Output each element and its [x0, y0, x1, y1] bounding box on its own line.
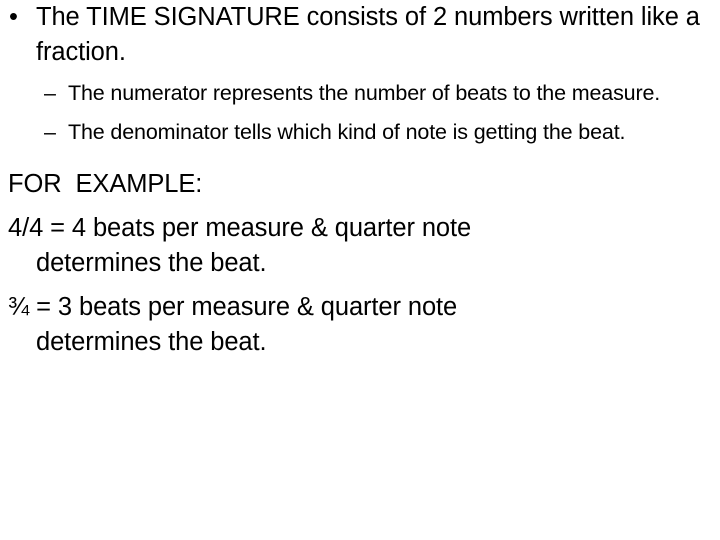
bullet-level2-text: The numerator represents the number of b… [68, 81, 661, 105]
slide-canvas: • The TIME SIGNATURE consists of 2 numbe… [0, 0, 720, 540]
example-item-4-4: 4/4 = 4 beats per measure & quarter note… [0, 211, 720, 281]
example-heading: FOR EXAMPLE: [8, 170, 203, 198]
bullet-level1-text: The TIME SIGNATURE consists of 2 numbers… [36, 3, 700, 66]
bullet-level2-numerator: – The numerator represents the number of… [0, 78, 720, 108]
bullet-level2-text: The denominator tells which kind of note… [68, 120, 626, 144]
example-line-continuation: determines the beat. [36, 328, 267, 356]
bullet-level1-time-signature: • The TIME SIGNATURE consists of 2 numbe… [0, 0, 720, 70]
slide-body: • The TIME SIGNATURE consists of 2 numbe… [0, 0, 720, 360]
sub-bullet-list: – The numerator represents the number of… [0, 78, 720, 147]
example-item-3-4: ¾ = 3 beats per measure & quarter note d… [0, 290, 720, 360]
example-line-primary: ¾ = 3 beats per measure & quarter note [8, 293, 458, 321]
example-line-primary: 4/4 = 4 beats per measure & quarter note [8, 214, 472, 242]
en-dash-icon: – [44, 81, 56, 105]
example-line-continuation: determines the beat. [36, 249, 267, 277]
bullet-level2-denominator: – The denominator tells which kind of no… [0, 117, 720, 147]
bullet-dot-icon: • [9, 3, 18, 31]
en-dash-icon: – [44, 120, 56, 144]
